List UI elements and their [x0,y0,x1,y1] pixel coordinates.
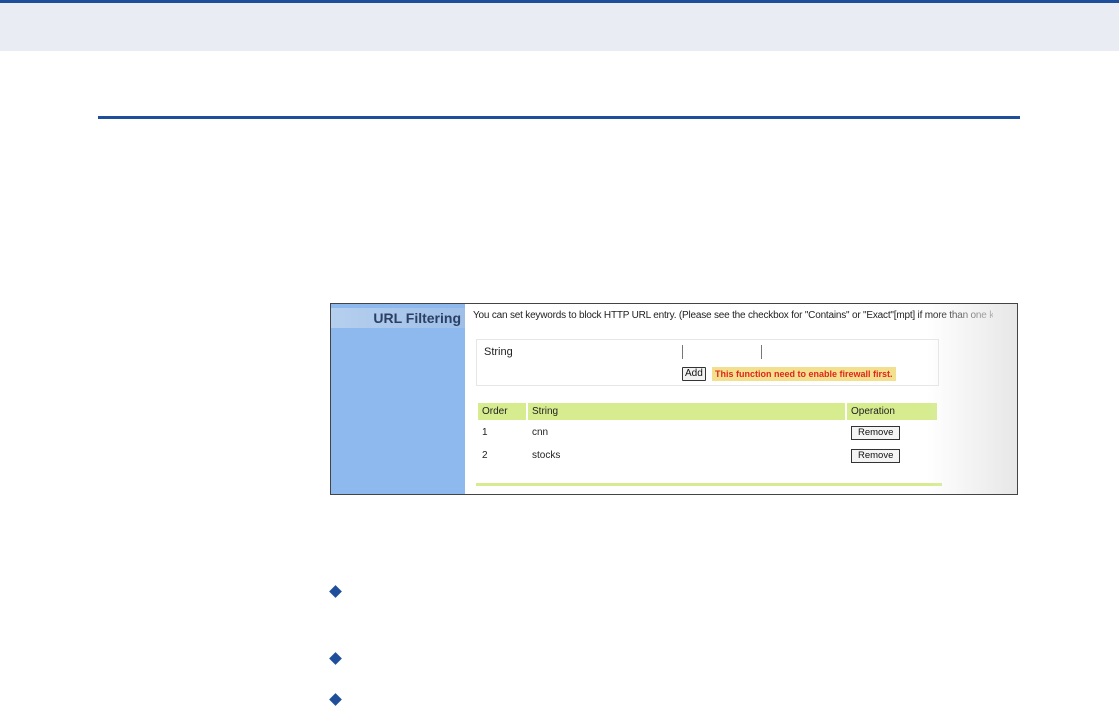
panel-description: You can set keywords to block HTTP URL e… [473,310,993,321]
table-bottom-border [476,483,942,486]
panel-title: URL Filtering [331,308,465,328]
row-string: stocks [532,450,561,461]
add-button[interactable]: Add [682,367,706,381]
row-string: cnn [532,427,549,438]
table-row: 2 stocks Remove [478,445,937,466]
table-row: 1 cnn Remove [478,422,937,443]
firewall-warning: This function need to enable firewall fi… [712,367,896,381]
remove-button[interactable]: Remove [851,425,901,440]
sidebar: URL Filtering [331,304,465,494]
page-header-band [0,0,1119,51]
table-header-row: Order String Operation [478,403,937,420]
add-string-form: String Add This function need to enable … [476,339,939,386]
string-input[interactable] [682,345,762,359]
column-header-order: Order [478,403,526,420]
url-filtering-screenshot: URL Filtering You can set keywords to bl… [330,303,1018,495]
row-operation: Remove [847,422,937,443]
remove-button[interactable]: Remove [851,448,901,463]
screenshot-fade [927,304,1017,494]
row-order: 1 [482,427,488,438]
row-operation: Remove [847,445,937,466]
row-order: 2 [482,450,488,461]
section-divider [98,116,1020,119]
filter-table: Order String Operation 1 cnn Remove 2 st… [476,401,939,468]
column-header-string: String [528,403,845,420]
column-header-operation: Operation [847,403,937,420]
diamond-bullet-icon [329,693,342,706]
string-label: String [484,346,513,358]
diamond-bullet-icon [329,585,342,598]
diamond-bullet-icon [329,652,342,665]
